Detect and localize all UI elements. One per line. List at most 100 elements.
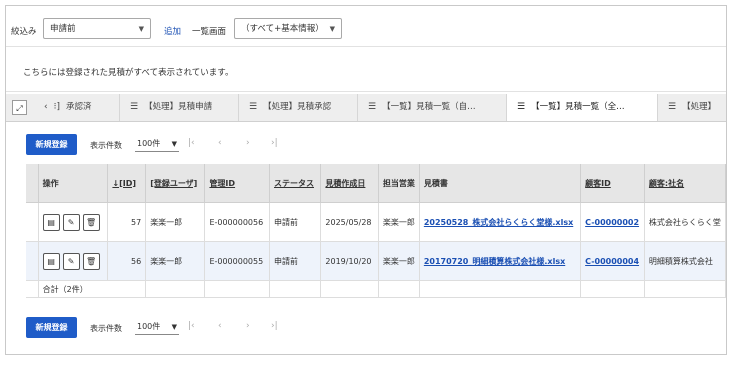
cell-file: 20170720_明細積算株式会社様.xlsx [419, 241, 582, 281]
new-register-button[interactable]: 新規登録 [26, 134, 77, 155]
tab-estimate-approval[interactable]: ☰ 【処理】見積承認 [239, 94, 358, 121]
pager-bottom: 新規登録 表示件数 100件 ▼ |‹ ‹ › ›| [6, 317, 726, 339]
cell-mgmt-id: E-000000055 [204, 241, 270, 281]
tab-label: 【処理】見積申請 [144, 102, 213, 112]
cell-date: 2019/10/20 [320, 241, 379, 281]
file-link[interactable]: 20170720_明細積算株式会社様.xlsx [424, 257, 565, 266]
tab-bar: ⤢ ‹ ⁝] 承認済 ☰ 【処理】見積申請 ☰ 【処理】見積承認 ☰ 【一覧】見積一覧（自… [6, 94, 726, 122]
add-filter-link[interactable]: 追加 [164, 25, 181, 37]
tab-label: 【一覧】見積一覧（全… [531, 102, 625, 112]
row-actions: ▤ ✎ 🗑 [38, 241, 109, 281]
row-spacer [26, 202, 39, 242]
prev-page-icon[interactable]: ‹ [218, 321, 222, 331]
customer-link[interactable]: C-00000004 [585, 257, 639, 266]
cell-id: 57 [107, 202, 147, 242]
header-sales: 担当営業 [378, 164, 420, 203]
cell-file: 20250528_株式会社らくらく堂様.xlsx [419, 202, 582, 242]
cell-id: 56 [107, 241, 147, 281]
tab-process[interactable]: ☰ 【処理】 [658, 94, 726, 121]
header-user[interactable]: [登録ユーザ] [145, 164, 206, 203]
pager-top: 新規登録 表示件数 100件 ▼ |‹ ‹ › ›| [6, 134, 726, 156]
row-spacer [26, 241, 39, 281]
tab-approved[interactable]: ‹ ⁝] 承認済 [34, 94, 120, 121]
count-select[interactable]: 100件 ▼ [135, 319, 179, 335]
cell-status: 申請前 [269, 241, 322, 281]
view-select[interactable]: （すべて+基本情報） ▼ [234, 18, 342, 39]
detail-icon[interactable]: ▤ [42, 252, 60, 270]
file-link[interactable]: 20250528_株式会社らくらく堂様.xlsx [424, 218, 573, 227]
first-page-icon[interactable]: |‹ [188, 138, 195, 148]
list-icon: ☰ [368, 102, 377, 112]
notice-area: こちらには登録された見積がすべて表示されています。 [6, 47, 726, 92]
cell-status: 申請前 [269, 202, 322, 242]
edit-icon[interactable]: ✎ [62, 252, 80, 270]
filter-bar: 絞込み 申請前 ▼ 追加 一覧画面 （すべて+基本情報） ▼ [6, 6, 726, 47]
count-value: 100件 [137, 139, 161, 148]
header-customer-id[interactable]: 顧客ID [580, 164, 645, 203]
row-spacer [26, 280, 39, 298]
header-spacer [26, 164, 39, 203]
cell-user: 楽楽一郎 [145, 202, 206, 242]
count-label: 表示件数 [90, 324, 122, 333]
tab-estimate-list-all[interactable]: ☰ 【一覧】見積一覧（全… [507, 94, 658, 121]
cell-sales: 楽楽一郎 [378, 241, 420, 281]
cell-customer-id: C-00000004 [580, 241, 645, 281]
cell-company: 株式会社らくらく堂 [644, 202, 727, 242]
filter-label: 絞込み [11, 27, 37, 37]
view-select-value: （すべて+基本情報） [241, 24, 324, 34]
tab-estimate-request[interactable]: ☰ 【処理】見積申請 [120, 94, 239, 121]
header-file: 見積書 [419, 164, 582, 203]
chevron-down-icon: ▼ [171, 140, 177, 148]
table-header-row: 操作 ↓[ID] [登録ユーザ] 管理ID ステータス 見積作成日 担当営業 見… [26, 164, 727, 203]
next-page-icon[interactable]: › [246, 138, 250, 148]
header-mgmt-id[interactable]: 管理ID [204, 164, 270, 203]
cell-mgmt-id: E-000000056 [204, 202, 270, 242]
chevron-left-icon[interactable]: ‹ [44, 102, 48, 112]
last-page-icon[interactable]: ›| [271, 138, 278, 148]
list-icon: ☰ [668, 102, 677, 112]
header-actions: 操作 [38, 164, 109, 203]
new-register-button[interactable]: 新規登録 [26, 317, 77, 338]
expand-icon[interactable]: ⤢ [12, 100, 27, 115]
cell-customer-id: C-00000002 [580, 202, 645, 242]
list-icon: ⁝] [53, 102, 60, 112]
tab-estimate-list-own[interactable]: ☰ 【一覧】見積一覧（自… [358, 94, 507, 121]
table-total-row: 合計（2件） [26, 280, 727, 298]
filter-select-value: 申請前 [50, 24, 76, 34]
header-id[interactable]: ↓[ID] [107, 164, 147, 203]
view-label: 一覧画面 [192, 27, 227, 37]
count-label: 表示件数 [90, 141, 122, 150]
cell-sales: 楽楽一郎 [378, 202, 420, 242]
estimate-table: 操作 ↓[ID] [登録ユーザ] 管理ID ステータス 見積作成日 担当営業 見… [26, 164, 727, 298]
detail-icon[interactable]: ▤ [42, 213, 60, 231]
list-icon: ☰ [517, 102, 526, 112]
table-row: ▤ ✎ 🗑 56 楽楽一郎 E-000000055 申請前 2019/10/20 楽… [26, 241, 727, 281]
first-page-icon[interactable]: |‹ [188, 321, 195, 331]
cell-user: 楽楽一郎 [145, 241, 206, 281]
table-row: ▤ ✎ 🗑 57 楽楽一郎 E-000000056 申請前 2025/05/28 楽… [26, 202, 727, 242]
header-status[interactable]: ステータス [269, 164, 322, 203]
tab-label: 【処理】 [682, 102, 717, 112]
cell-company: 明細積算株式会社 [644, 241, 727, 281]
notice-text: こちらには登録された見積がすべて表示されています。 [23, 68, 234, 78]
prev-page-icon[interactable]: ‹ [218, 138, 222, 148]
next-page-icon[interactable]: › [246, 321, 250, 331]
customer-link[interactable]: C-00000002 [585, 218, 639, 227]
count-select[interactable]: 100件 ▼ [135, 136, 179, 152]
tab-label: 【一覧】見積一覧（自… [382, 102, 476, 112]
row-actions: ▤ ✎ 🗑 [38, 202, 109, 242]
delete-icon[interactable]: 🗑 [82, 213, 100, 231]
last-page-icon[interactable]: ›| [271, 321, 278, 331]
cell-date: 2025/05/28 [320, 202, 379, 242]
header-date[interactable]: 見積作成日 [320, 164, 379, 203]
chevron-down-icon: ▼ [329, 25, 335, 33]
filter-select[interactable]: 申請前 ▼ [43, 18, 151, 39]
tab-label: 【処理】見積承認 [263, 102, 332, 112]
tab-label: 承認済 [65, 102, 92, 112]
total-count: 合計（2件） [38, 280, 147, 298]
chevron-down-icon: ▼ [171, 323, 177, 331]
list-icon: ☰ [130, 102, 139, 112]
delete-icon[interactable]: 🗑 [82, 252, 100, 270]
header-company[interactable]: 顧客:社名 [644, 164, 727, 203]
edit-icon[interactable]: ✎ [62, 213, 80, 231]
